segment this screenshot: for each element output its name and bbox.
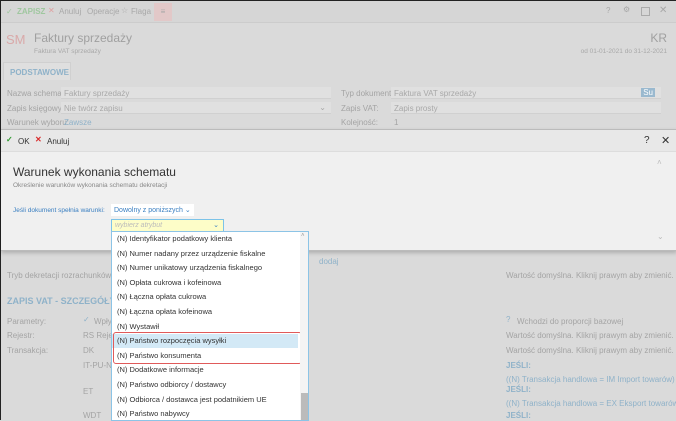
list-item[interactable]: (N) Dodatkowe informacje: [117, 363, 204, 377]
list-item[interactable]: (N) Numer nadany przez urządzenie fiskal…: [117, 247, 265, 261]
flag-button[interactable]: Flaga: [131, 7, 151, 16]
cond-label: Warunek wyboru:: [7, 118, 69, 127]
menu-button[interactable]: ≡: [154, 3, 172, 21]
list-item[interactable]: (N) Odbiorca / dostawca jest podatnikiem…: [117, 393, 267, 407]
scrollbar-thumb[interactable]: [301, 393, 308, 420]
condition-mode-select[interactable]: Dowolny z poniższych ⌄: [111, 204, 194, 216]
app-logo: SM: [6, 32, 26, 47]
page-subtitle: Faktura VAT sprzedaży: [34, 48, 101, 55]
maximize-icon[interactable]: [641, 7, 650, 16]
check-icon: ✓: [6, 7, 13, 16]
condition-dialog: ✓ OK ✕ Anuluj ? ✕ ˄ Warunek wykonania sc…: [1, 129, 676, 251]
default-hint: Wartość domyślna. Kliknij prawym aby zmi…: [506, 331, 674, 340]
dialog-title: Warunek wykonania schematu: [13, 165, 176, 179]
expand-icon[interactable]: ⌄: [657, 232, 664, 241]
vat-select[interactable]: Zapis prosty: [391, 102, 661, 114]
order-value: 1: [394, 118, 399, 127]
help-icon: ?: [506, 315, 511, 324]
cond-value-link[interactable]: Zawsze: [64, 118, 92, 127]
tab-podstawowe[interactable]: PODSTAWOWE: [3, 62, 71, 80]
ok-button[interactable]: OK: [18, 137, 30, 146]
row-if: JEŚLI:: [506, 361, 531, 370]
doctype-field[interactable]: Faktura VAT sprzedaży Su: [391, 87, 661, 99]
add-link[interactable]: dodaj: [319, 257, 339, 266]
section-title: ZAPIS VAT - SZCZEGÓŁY: [7, 296, 116, 306]
list-item[interactable]: (N) Łączna opłata cukrowa: [117, 290, 206, 304]
check-icon: ✓: [83, 315, 90, 324]
name-value: Faktury sprzedaży: [64, 89, 130, 98]
order-label: Kolejność:: [341, 118, 378, 127]
page-title: Faktury sprzedaży: [34, 31, 133, 45]
condition-mode-value: Dowolny z poniższych: [114, 207, 183, 214]
dialog-cancel-button[interactable]: Anuluj: [47, 137, 69, 146]
operations-button[interactable]: Operacje: [87, 7, 119, 16]
company-code: KR: [650, 31, 667, 45]
row-code: ET: [83, 387, 94, 396]
entry-value: Nie twórz zapisu: [64, 104, 123, 113]
dialog-subtitle: Określenie warunków wykonania schematu d…: [13, 182, 168, 189]
attribute-placeholder: wybierz atrybut: [115, 222, 163, 229]
register-label: Rejestr:: [7, 331, 35, 340]
name-field[interactable]: Faktury sprzedaży: [61, 87, 331, 99]
settlement-label: Tryb dekretacji rozrachunków:: [7, 271, 114, 280]
list-item[interactable]: (N) Numer unikatowy urządzenia fiskalneg…: [117, 261, 262, 275]
close-icon: ✕: [35, 135, 42, 144]
default-hint: Wartość domyślna. Kliknij prawym aby zmi…: [506, 271, 674, 280]
check-icon: ✓: [6, 135, 13, 144]
row-code: IT-PU-N: [83, 361, 112, 370]
chevron-down-icon: ⌄: [319, 103, 326, 112]
base-ratio: Wchodzi do proporcji bazowej: [517, 317, 624, 326]
default-hint: Wartość domyślna. Kliknij prawym aby zmi…: [506, 346, 674, 355]
row-if: JEŚLI:: [506, 385, 531, 394]
dialog-toolbar: ✓ OK ✕ Anuluj ? ✕: [1, 130, 676, 152]
dialog-close-button[interactable]: ✕: [661, 134, 670, 147]
main-toolbar: ✓ ZAPISZ ✕ Anuluj Operacje ☆ Flaga ≡ ? ⚙…: [1, 1, 676, 23]
list-item[interactable]: (N) Identyfikator podatkowy klienta: [117, 232, 232, 246]
params-label: Parametry:: [7, 317, 47, 326]
scrollbar[interactable]: ˄: [300, 232, 308, 420]
doctype-label: Typ dokumentu:: [341, 89, 398, 98]
list-item[interactable]: (N) Państwo nabywcy: [117, 407, 190, 420]
list-item[interactable]: (N) Państwo odbiorcy / dostawcy: [117, 378, 226, 392]
gear-icon[interactable]: ⚙: [623, 5, 630, 14]
highlight-box: [113, 332, 302, 364]
row-cond: ((N) Transakcja handlowa = EX Eksport to…: [506, 399, 676, 408]
save-button[interactable]: ZAPISZ: [17, 7, 45, 16]
doctype-badge: Su: [641, 88, 655, 97]
collapse-icon[interactable]: ˄: [657, 158, 662, 167]
list-item[interactable]: (N) Łączna opłata kofeinowa: [117, 305, 212, 319]
cancel-button[interactable]: Anuluj: [59, 7, 81, 16]
vat-label: Zapis VAT:: [341, 104, 379, 113]
row-cond: ((N) Transakcja handlowa = IM Import tow…: [506, 375, 675, 384]
entry-label: Zapis księgowy:: [7, 104, 64, 113]
condition-label: Jeśli dokument spełnia warunki:: [13, 207, 105, 214]
list-item[interactable]: (N) Opłata cukrowa i kofeinowa: [117, 276, 221, 290]
chevron-down-icon: ⌄: [213, 222, 219, 229]
row-code: WDT: [83, 411, 102, 420]
help-icon[interactable]: ?: [606, 6, 610, 15]
attribute-dropdown-list: (N) Identyfikator podatkowy klienta (N) …: [111, 231, 309, 421]
close-window-icon[interactable]: ✕: [659, 5, 667, 16]
transaction-label: Transakcja:: [7, 346, 49, 355]
doctype-value: Faktura VAT sprzedaży: [394, 89, 477, 98]
vat-value: Zapis prosty: [394, 104, 438, 113]
period: od 01-01-2021 do 31-12-2021: [580, 48, 667, 55]
transaction-value: DK: [83, 346, 95, 355]
entry-select[interactable]: Nie twórz zapisu ⌄: [61, 102, 331, 114]
row-if: JEŚLI:: [506, 411, 531, 420]
star-icon: ☆: [121, 6, 129, 15]
params-value: Wpły: [94, 317, 112, 326]
scroll-up-icon[interactable]: ˄: [301, 233, 305, 239]
chevron-down-icon: ⌄: [184, 207, 191, 214]
close-icon: ✕: [48, 6, 55, 15]
help-button[interactable]: ?: [644, 135, 650, 146]
